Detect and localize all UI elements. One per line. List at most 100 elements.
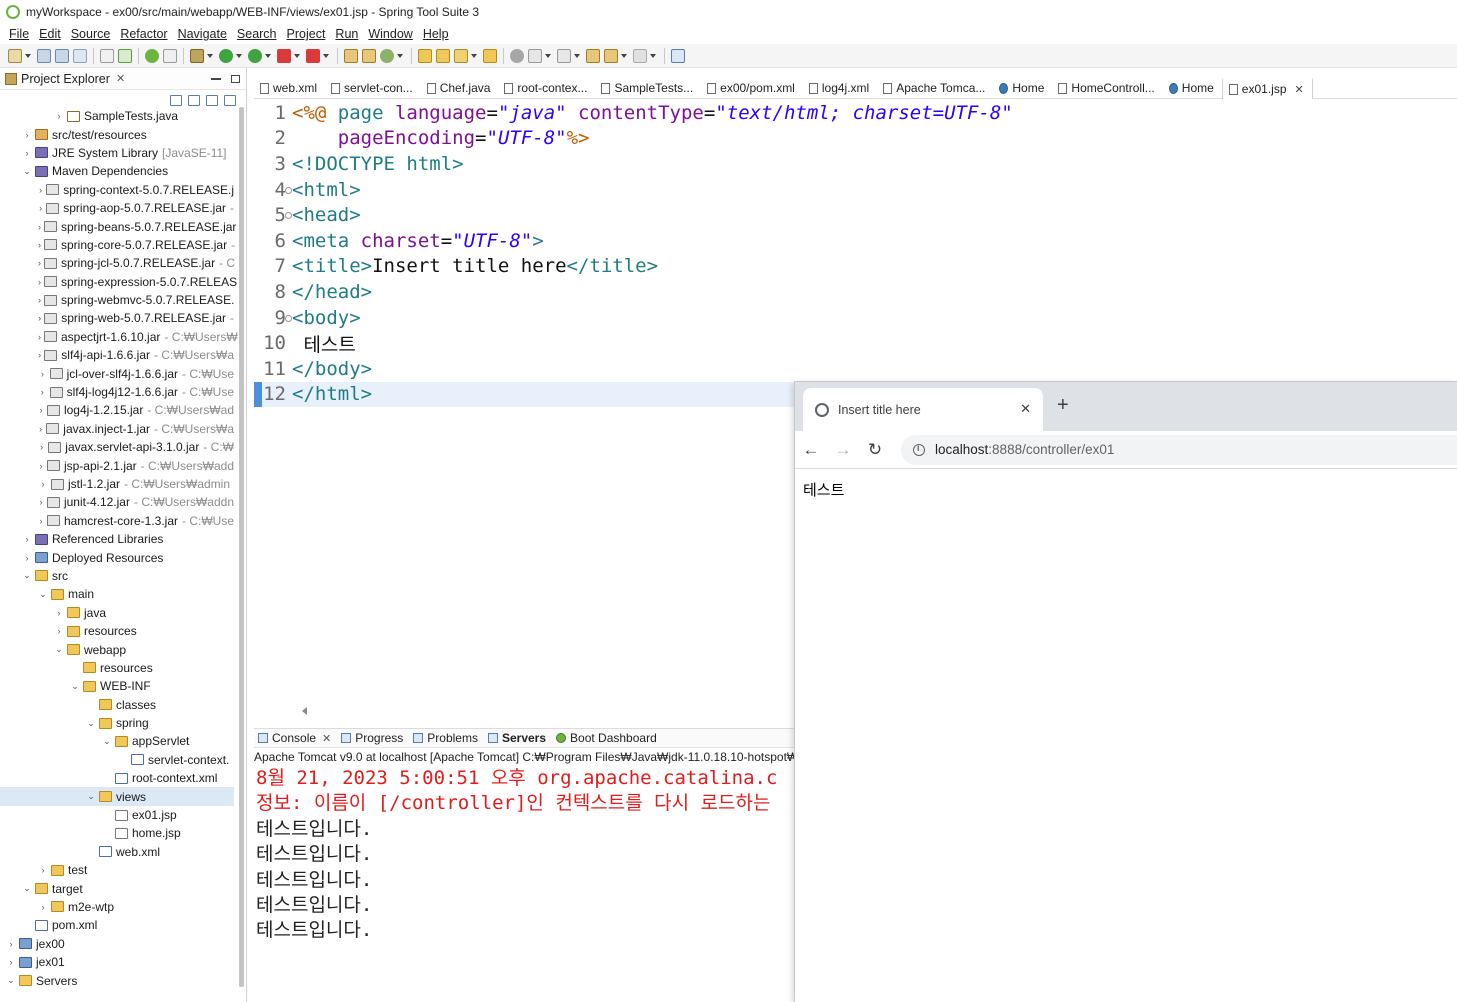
- tree-item[interactable]: ⌄ Maven Dependencies: [0, 162, 234, 180]
- collapsed-chevron-icon[interactable]: ›: [22, 534, 32, 544]
- close-icon[interactable]: ✕: [322, 732, 331, 745]
- tree-item[interactable]: classes: [0, 696, 234, 714]
- menu-search[interactable]: Search: [232, 27, 282, 41]
- run-on-server-icon[interactable]: [118, 48, 132, 63]
- editor-tab[interactable]: HomeControll...: [1052, 78, 1162, 99]
- collapsed-chevron-icon[interactable]: ›: [38, 295, 41, 305]
- tree-item[interactable]: › m2e-wtp: [0, 898, 234, 916]
- close-tab-icon[interactable]: ✕: [1020, 401, 1031, 417]
- view-menu-icon[interactable]: [224, 94, 236, 106]
- tree-item[interactable]: ⌄ spring: [0, 714, 234, 732]
- scroll-left-icon[interactable]: [302, 707, 307, 715]
- collapsed-chevron-icon[interactable]: ›: [38, 222, 41, 232]
- last-edit-location-icon[interactable]: [586, 48, 600, 63]
- expanded-chevron-icon[interactable]: ⌄: [54, 644, 64, 655]
- tree-item[interactable]: servlet-context.: [0, 751, 234, 769]
- tree-item[interactable]: › jsp-api-2.1.jar - C:₩Users₩add: [0, 456, 234, 474]
- tree-item[interactable]: › hamcrest-core-1.3.jar - C:₩Use: [0, 512, 234, 530]
- expanded-chevron-icon[interactable]: ⌄: [22, 570, 32, 581]
- forward-icon[interactable]: [633, 48, 647, 63]
- menu-source[interactable]: Source: [66, 27, 116, 41]
- tree-item[interactable]: › jstl-1.2.jar - C:₩Users₩admin: [0, 475, 234, 493]
- minimize-icon[interactable]: [211, 77, 221, 80]
- editor-tab[interactable]: ex00/pom.xml: [701, 78, 803, 99]
- menu-edit[interactable]: Edit: [34, 27, 66, 41]
- menu-file[interactable]: File: [4, 27, 34, 41]
- previous-annotation-dropdown-icon[interactable]: [574, 53, 580, 58]
- site-info-icon[interactable]: [913, 443, 925, 456]
- new-package-icon[interactable]: [362, 48, 376, 63]
- tree-item[interactable]: ⌄ src: [0, 567, 234, 585]
- url-text[interactable]: localhost:8888/controller/ex01: [935, 442, 1114, 457]
- tree-item[interactable]: ⌄ appServlet: [0, 732, 234, 750]
- collapsed-chevron-icon[interactable]: ›: [38, 332, 41, 342]
- collapsed-chevron-icon[interactable]: ›: [6, 957, 16, 967]
- collapsed-chevron-icon[interactable]: ›: [38, 902, 48, 912]
- run-dropdown-icon[interactable]: [236, 53, 242, 58]
- expanded-chevron-icon[interactable]: ⌄: [38, 589, 48, 600]
- tree-item[interactable]: web.xml: [0, 843, 234, 861]
- collapsed-chevron-icon[interactable]: ›: [6, 939, 16, 949]
- menu-navigate[interactable]: Navigate: [173, 27, 232, 41]
- close-icon[interactable]: ✕: [116, 72, 125, 85]
- tree-item[interactable]: ⌄ Servers: [0, 971, 234, 989]
- tree-item[interactable]: ⌄ webapp: [0, 640, 234, 658]
- collapsed-chevron-icon[interactable]: ›: [38, 387, 47, 397]
- collapsed-chevron-icon[interactable]: ›: [38, 240, 41, 250]
- new-icon[interactable]: [8, 48, 22, 63]
- editor-tab[interactable]: Home: [1163, 78, 1222, 99]
- back-icon[interactable]: [604, 48, 618, 63]
- collapsed-chevron-icon[interactable]: ›: [38, 461, 44, 471]
- tree-item[interactable]: › spring-web-5.0.7.RELEASE.jar -: [0, 309, 234, 327]
- coverage-dropdown-icon[interactable]: [265, 53, 271, 58]
- tree-item[interactable]: ⌄ WEB-INF: [0, 677, 234, 695]
- collapsed-chevron-icon[interactable]: ›: [38, 405, 44, 415]
- collapsed-chevron-icon[interactable]: ›: [38, 424, 43, 434]
- tree-item[interactable]: › spring-jcl-5.0.7.RELEASE.jar - C: [0, 254, 235, 272]
- tree-item[interactable]: home.jsp: [0, 824, 234, 842]
- save-icon[interactable]: [37, 48, 51, 63]
- collapsed-chevron-icon[interactable]: ›: [38, 313, 41, 323]
- reload-icon[interactable]: ↻: [859, 440, 891, 460]
- editor-tab[interactable]: web.xml: [254, 78, 325, 99]
- collapsed-chevron-icon[interactable]: ›: [38, 516, 44, 526]
- browser-tab[interactable]: Insert title here ✕: [803, 388, 1043, 431]
- tree-item[interactable]: › java: [0, 604, 234, 622]
- tree-item[interactable]: › log4j-1.2.15.jar - C:₩Users₩ad: [0, 401, 234, 419]
- collapsed-chevron-icon[interactable]: ›: [38, 865, 48, 875]
- tree-item[interactable]: › javax.inject-1.jar - C:₩Users₩a: [0, 420, 234, 438]
- expanded-chevron-icon[interactable]: ⌄: [86, 791, 96, 802]
- tab-console[interactable]: Console ✕: [254, 731, 337, 745]
- open-console-icon[interactable]: [73, 48, 87, 63]
- skip-breakpoints-icon[interactable]: [100, 48, 114, 63]
- open-type-icon[interactable]: [418, 48, 432, 63]
- project-explorer-title[interactable]: Project Explorer: [21, 72, 110, 86]
- new-class-icon[interactable]: [380, 48, 394, 63]
- tree-item[interactable]: › slf4j-api-1.6.6.jar - C:₩Users₩a: [0, 346, 234, 364]
- debug-icon[interactable]: [190, 48, 204, 63]
- tree-item[interactable]: › test: [0, 861, 234, 879]
- expanded-chevron-icon[interactable]: ⌄: [102, 736, 112, 747]
- menu-window[interactable]: Window: [363, 27, 417, 41]
- editor-tab[interactable]: log4j.xml: [803, 78, 877, 99]
- tree-item[interactable]: ⌄ views: [0, 787, 234, 806]
- editor-tab[interactable]: Chef.java: [421, 78, 499, 99]
- tree-item[interactable]: › spring-webmvc-5.0.7.RELEASE.: [0, 291, 234, 309]
- tab-servers[interactable]: Servers: [484, 731, 552, 745]
- menu-help[interactable]: Help: [418, 27, 454, 41]
- tree-item[interactable]: › Deployed Resources: [0, 548, 234, 566]
- menu-run[interactable]: Run: [330, 27, 363, 41]
- collapsed-chevron-icon[interactable]: ›: [22, 130, 32, 140]
- tree-item[interactable]: › spring-beans-5.0.7.RELEASE.jar: [0, 217, 236, 235]
- tree-item[interactable]: › spring-context-5.0.7.RELEASE.j: [0, 181, 234, 199]
- open-folder-icon[interactable]: [483, 48, 497, 63]
- tree-item[interactable]: ⌄ main: [0, 585, 234, 603]
- stop-icon[interactable]: [306, 48, 320, 63]
- console-view[interactable]: Apache Tomcat v9.0 at localhost [Apache …: [254, 748, 794, 1002]
- search-icon[interactable]: [454, 48, 468, 63]
- spring-boot-icon[interactable]: [145, 48, 159, 63]
- debug-dropdown-icon[interactable]: [207, 53, 213, 58]
- forward-dropdown-icon[interactable]: [650, 53, 656, 58]
- maximize-icon[interactable]: [231, 74, 240, 83]
- collapsed-chevron-icon[interactable]: ›: [22, 148, 32, 158]
